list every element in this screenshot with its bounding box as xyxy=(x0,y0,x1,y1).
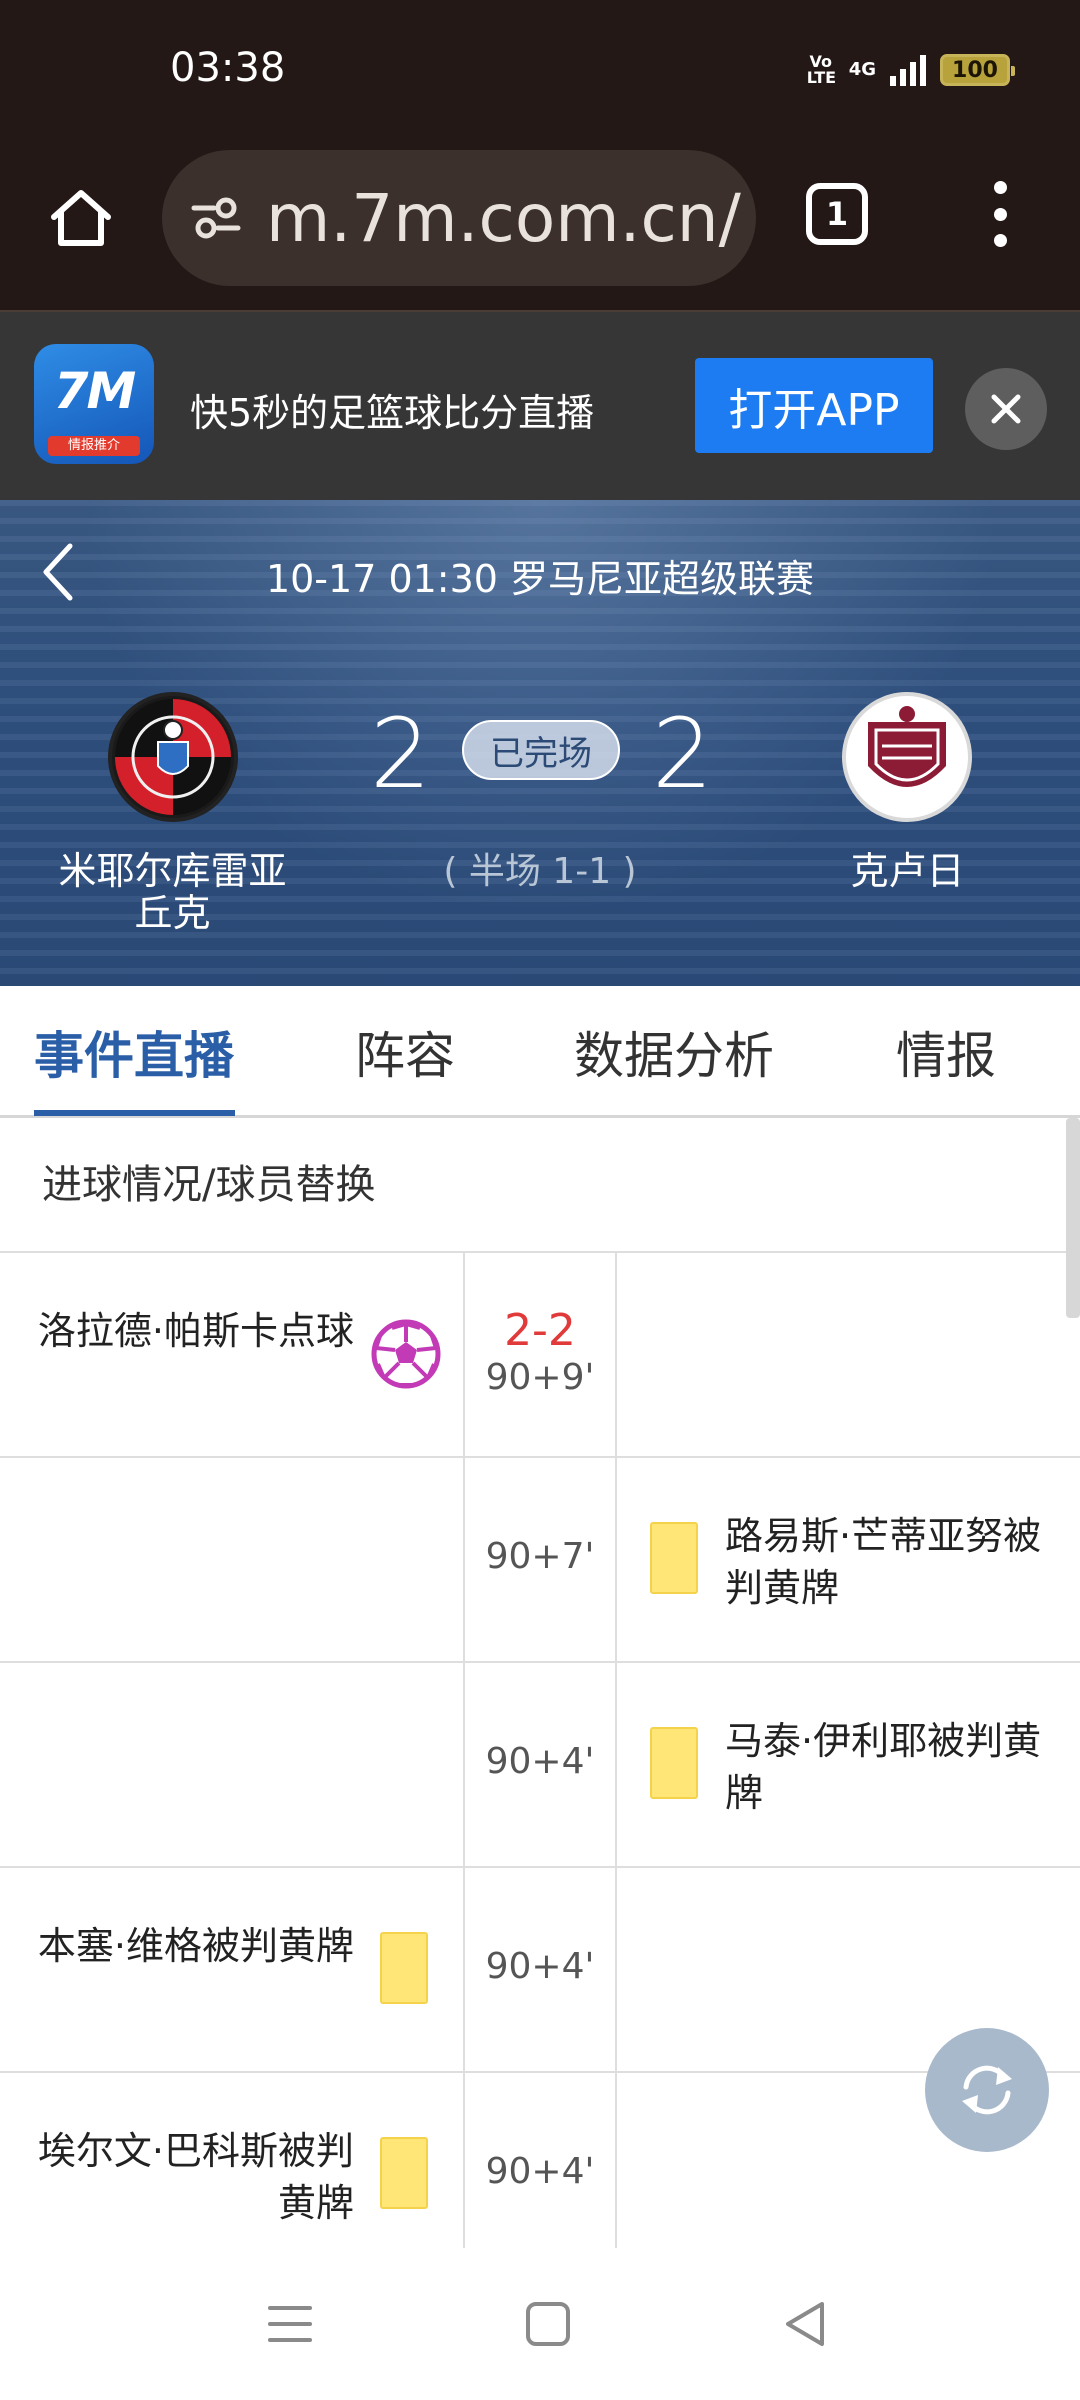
yellow-card-icon xyxy=(650,1727,698,1799)
status-icons: Vo LTE 4G 100 xyxy=(806,50,1015,90)
refresh-icon xyxy=(962,2065,1012,2115)
event-score: 2-2 xyxy=(504,1305,576,1356)
refresh-button[interactable] xyxy=(925,2028,1049,2152)
address-bar[interactable]: m.7m.com.cn/ xyxy=(162,150,756,286)
tab-count: 1 xyxy=(825,195,849,233)
network-type-label: 4G xyxy=(848,59,876,80)
battery-icon: 100 xyxy=(940,54,1015,86)
app-banner: 7M 情报推介 快5秒的足篮球比分直播 打开APP xyxy=(0,312,1080,500)
event-description: 本塞·维格被判黄牌 xyxy=(37,1924,354,1968)
event-minute: 90+4' xyxy=(485,1741,595,1782)
away-team-name: 克卢日 xyxy=(850,849,965,893)
event-description: 洛拉德·帕斯卡点球 xyxy=(37,1309,354,1353)
status-time: 03:38 xyxy=(170,45,286,91)
event-row: 本塞·维格被判黄牌 90+4' xyxy=(0,1868,1080,2073)
tab-live-events[interactable]: 事件直播 xyxy=(34,1016,234,1088)
home-team-logo xyxy=(108,692,238,822)
active-tab-indicator xyxy=(34,1110,235,1116)
app-logo-subtext: 情报推介 xyxy=(48,436,140,456)
event-row: 洛拉德·帕斯卡点球 2-2 90+9' xyxy=(0,1253,1080,1458)
yellow-card-icon xyxy=(380,2137,428,2209)
back-triangle-icon[interactable] xyxy=(778,2296,834,2352)
event-row: 90+4' 马泰·伊利耶被判黄牌 xyxy=(0,1663,1080,1868)
away-team-logo xyxy=(842,692,972,822)
close-icon[interactable] xyxy=(965,368,1047,450)
match-info: 10-17 01:30 罗马尼亚超级联赛 xyxy=(265,557,815,601)
home-score: 2 xyxy=(370,698,432,810)
status-badge: 已完场 xyxy=(462,720,620,780)
open-app-button[interactable]: 打开APP xyxy=(695,358,933,453)
match-header: 10-17 01:30 罗马尼亚超级联赛 米耶尔库雷亚丘克 2 已完场 2 ( … xyxy=(0,500,1080,986)
event-description: 埃尔文·巴科斯被判黄牌 xyxy=(37,2129,354,2225)
tab-bar: 事件直播 阵容 数据分析 情报 xyxy=(0,986,1080,1118)
soccer-ball-icon xyxy=(371,1319,441,1389)
banner-tagline: 快5秒的足篮球比分直播 xyxy=(190,391,595,435)
tabs-icon[interactable]: 1 xyxy=(806,183,868,245)
home-icon[interactable] xyxy=(48,185,114,251)
tab-data-analysis[interactable]: 数据分析 xyxy=(574,1016,774,1088)
status-bar: 03:38 Vo LTE 4G 100 xyxy=(0,0,1080,145)
app-logo[interactable]: 7M 情报推介 xyxy=(34,344,154,464)
event-row: 90+7' 路易斯·芒蒂亚努被判黄牌 xyxy=(0,1458,1080,1663)
event-minute: 90+9' xyxy=(485,1357,595,1398)
battery-level: 100 xyxy=(952,57,998,83)
event-minute: 90+4' xyxy=(485,1946,595,1987)
url-text[interactable]: m.7m.com.cn/ xyxy=(266,180,741,257)
away-score: 2 xyxy=(652,698,714,810)
tab-intel[interactable]: 情报 xyxy=(896,1016,996,1088)
browser-toolbar: m.7m.com.cn/ 1 xyxy=(0,145,1080,312)
system-nav-bar xyxy=(0,2248,1080,2400)
app-logo-text: 7M xyxy=(53,362,137,420)
event-minute: 90+7' xyxy=(485,1536,595,1577)
event-description: 路易斯·芒蒂亚努被判黄牌 xyxy=(725,1514,1042,1610)
yellow-card-icon xyxy=(380,1932,428,2004)
event-minute: 90+4' xyxy=(485,2151,595,2192)
volte-icon: Vo LTE xyxy=(806,52,837,87)
signal-icon xyxy=(890,54,926,86)
menu-icon[interactable] xyxy=(262,2296,318,2352)
tab-lineup[interactable]: 阵容 xyxy=(355,1016,455,1088)
square-icon[interactable] xyxy=(520,2296,576,2352)
yellow-card-icon xyxy=(650,1522,698,1594)
site-settings-icon[interactable] xyxy=(188,190,244,246)
event-description: 马泰·伊利耶被判黄牌 xyxy=(725,1719,1042,1815)
events-section-title: 进球情况/球员替换 xyxy=(0,1118,1080,1253)
more-icon[interactable] xyxy=(980,181,1020,247)
